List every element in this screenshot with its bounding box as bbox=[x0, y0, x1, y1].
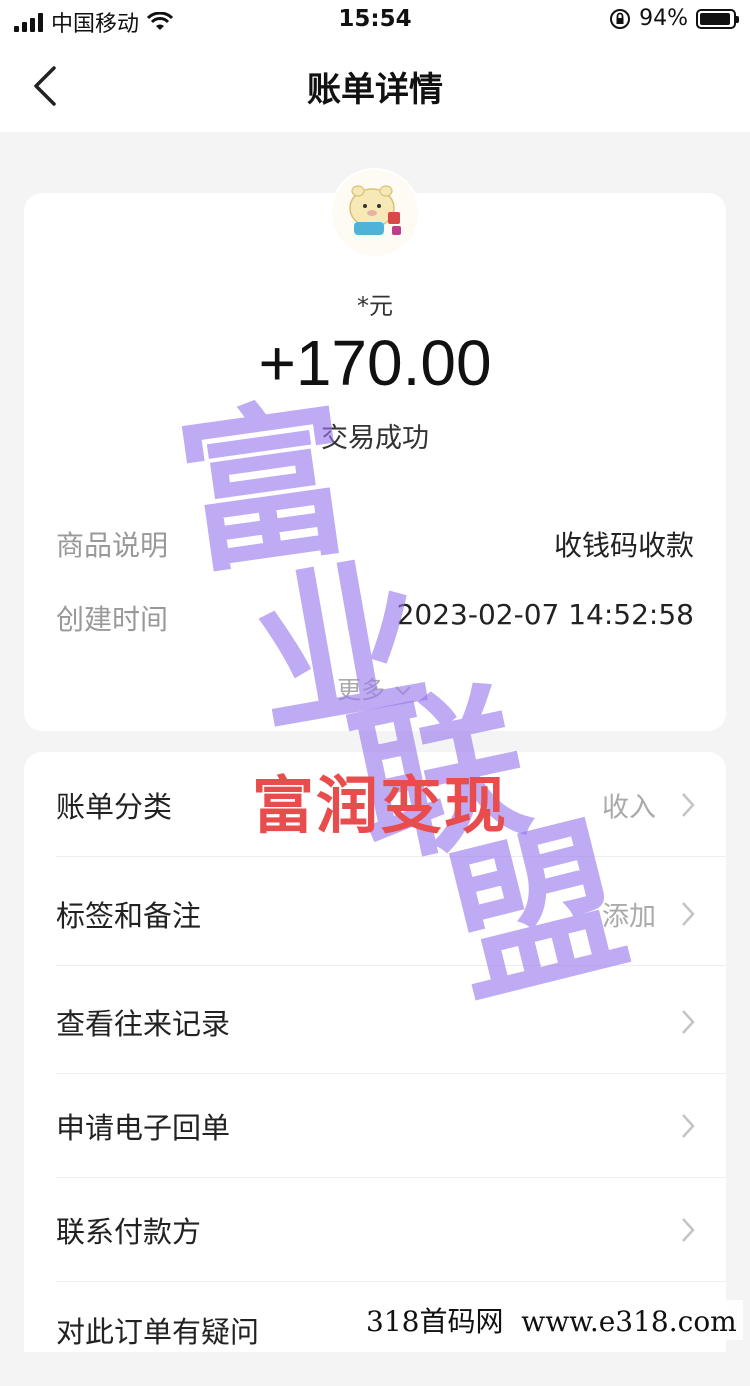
list-item-e-receipt[interactable]: 申请电子回单 bbox=[24, 1074, 726, 1178]
created-time-value: 2023-02-07 14:52:58 bbox=[396, 598, 694, 631]
page-title: 账单详情 bbox=[307, 70, 443, 110]
transaction-amount: +170.00 bbox=[258, 327, 492, 399]
product-description-label: 商品说明 bbox=[56, 529, 169, 562]
list-item-label: 标签和备注 bbox=[56, 899, 202, 933]
list-item-label: 对此订单有疑问 bbox=[56, 1315, 260, 1349]
status-bar: 中国移动 15:54 94% bbox=[0, 0, 750, 42]
chevron-right-icon bbox=[682, 1218, 695, 1242]
list-item-label: 申请电子回单 bbox=[56, 1111, 231, 1145]
watermark-site-url: 318首码网 www.e318.com bbox=[360, 1300, 743, 1340]
nav-bar: 账单详情 bbox=[0, 42, 750, 132]
watermark-red-text: 富润变现 bbox=[251, 769, 508, 842]
created-time-label: 创建时间 bbox=[56, 603, 169, 636]
product-description-value: 收钱码收款 bbox=[553, 529, 694, 562]
transaction-status: 交易成功 bbox=[321, 423, 429, 454]
list-item-label: 联系付款方 bbox=[56, 1215, 202, 1249]
battery-percent: 94% bbox=[639, 6, 688, 31]
status-right: 94% bbox=[609, 6, 739, 31]
amount-unit: *元 bbox=[357, 292, 393, 320]
list-item-contact-payer[interactable]: 联系付款方 bbox=[24, 1178, 726, 1282]
chevron-right-icon bbox=[682, 1010, 695, 1034]
battery-icon bbox=[696, 8, 739, 29]
payer-avatar bbox=[332, 170, 418, 256]
chevron-right-icon bbox=[682, 1114, 695, 1138]
orientation-lock-icon bbox=[610, 8, 631, 29]
chevron-right-icon bbox=[682, 902, 695, 926]
list-item-label: 查看往来记录 bbox=[56, 1007, 231, 1041]
